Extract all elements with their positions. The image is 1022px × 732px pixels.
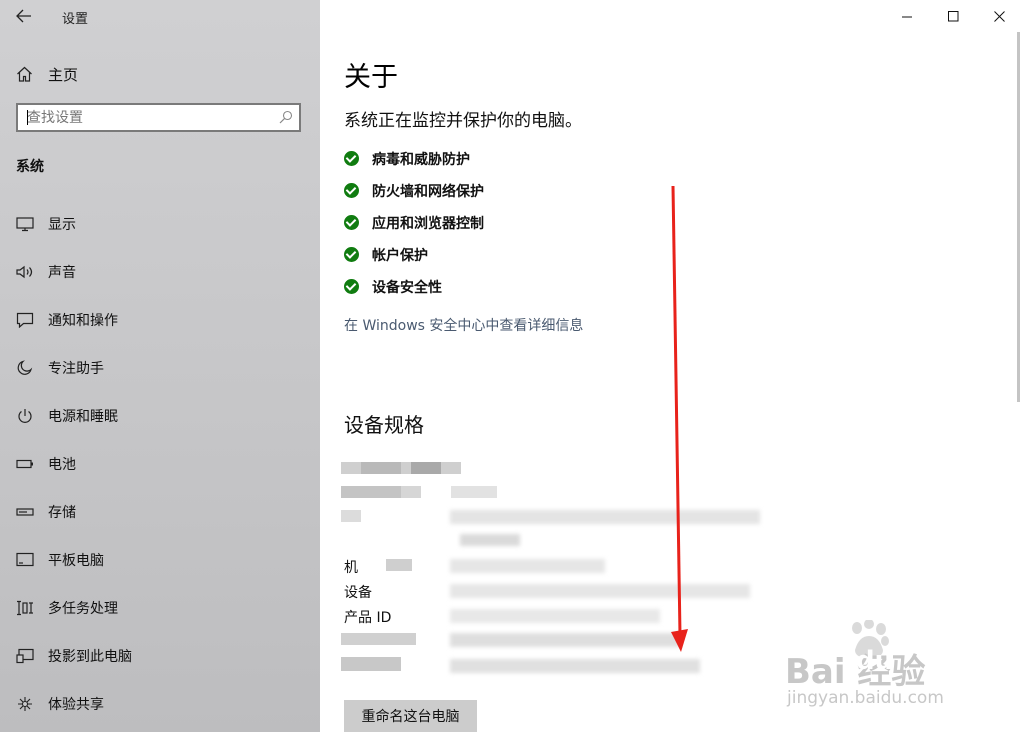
spec-label: 设备 [344,585,372,601]
sidebar-item-storage[interactable]: 存储 [0,494,320,530]
sidebar-item-home[interactable]: 主页 [0,58,320,90]
power-icon [18,409,32,423]
close-button[interactable] [976,0,1022,32]
tablet-icon [16,552,34,567]
sidebar-item-label: 电池 [48,457,76,473]
minimize-icon [901,16,912,17]
sidebar-item-focus-assist[interactable]: 专注助手 [0,350,320,386]
device-specs-heading: 设备规格 [344,413,424,437]
sidebar-item-label: 专注助手 [48,361,104,377]
storage-icon [16,508,34,516]
sidebar-item-sound[interactable]: 声音 [0,254,320,290]
display-icon [16,217,34,232]
sidebar-item-label: 通知和操作 [48,313,118,329]
protection-label: 病毒和威胁防护 [372,152,470,168]
sidebar-item-label: 显示 [48,217,76,233]
green-check-icon [344,151,359,166]
sidebar: 设置 主页 系统 显示 声音 通知和操作 专注助手 电源和睡眠 电池 [0,0,320,732]
maximize-icon [947,10,958,21]
home-icon [17,66,32,82]
spec-label: 机 [344,560,358,576]
sidebar-item-label: 存储 [48,505,76,521]
watermark-brand-du: du [856,646,894,676]
sidebar-item-label: 体验共享 [48,697,104,713]
sidebar-item-battery[interactable]: 电池 [0,446,320,482]
green-check-icon [344,215,359,230]
back-arrow-icon [16,9,31,23]
rename-pc-button[interactable]: 重命名这台电脑 [344,700,477,732]
app-title: 设置 [62,12,89,27]
sidebar-item-label: 声音 [48,265,76,281]
sidebar-item-label: 投影到此电脑 [48,649,132,665]
security-center-link[interactable]: 在 Windows 安全中心中查看详细信息 [344,315,583,335]
close-icon [993,10,1005,22]
home-label: 主页 [48,66,79,84]
sidebar-item-tablet[interactable]: 平板电脑 [0,542,320,578]
watermark-url: jingyan.baidu.com [787,688,944,708]
green-check-icon [344,279,359,294]
sidebar-item-label: 多任务处理 [48,601,118,617]
sidebar-item-notifications[interactable]: 通知和操作 [0,302,320,338]
protection-status-text: 系统正在监控并保护你的电脑。 [344,111,582,131]
protection-label: 帐户保护 [372,248,428,264]
green-check-icon [344,247,359,262]
main-content: 关于 系统正在监控并保护你的电脑。 病毒和威胁防护 防火墙和网络保护 应用和浏览… [320,0,1022,732]
moon-icon [17,360,33,375]
scrollbar[interactable] [1017,32,1020,402]
title-bar: 设置 [0,0,320,32]
search-icon [279,110,293,124]
protection-label: 设备安全性 [372,280,442,296]
battery-icon [16,459,33,469]
sidebar-item-label: 平板电脑 [48,553,104,569]
green-check-icon [344,183,359,198]
sidebar-item-power-sleep[interactable]: 电源和睡眠 [0,398,320,434]
text-cursor [27,110,28,125]
page-title: 关于 [344,62,398,93]
protection-label: 应用和浏览器控制 [372,216,484,232]
sidebar-item-project-to-pc[interactable]: 投影到此电脑 [0,638,320,674]
sidebar-item-multitasking[interactable]: 多任务处理 [0,590,320,626]
sidebar-item-display[interactable]: 显示 [0,206,320,242]
minimize-button[interactable] [884,0,930,32]
red-annotation-arrow [671,185,688,652]
baidu-jingyan-watermark: Bai 经验 du jingyan.baidu.com [785,620,1022,720]
search-box[interactable] [16,103,301,132]
share-icon [18,697,32,711]
back-button[interactable] [8,2,40,30]
speaker-icon [16,265,33,279]
maximize-button[interactable] [930,0,976,32]
section-title-system: 系统 [16,159,44,175]
multitask-icon [17,600,33,616]
spec-label: 产品 ID [344,610,392,626]
project-icon [16,648,34,664]
search-input[interactable] [18,105,277,130]
sidebar-item-shared-experiences[interactable]: 体验共享 [0,686,320,722]
notification-icon [16,312,34,328]
protection-label: 防火墙和网络保护 [372,184,484,200]
sidebar-item-label: 电源和睡眠 [48,409,118,425]
